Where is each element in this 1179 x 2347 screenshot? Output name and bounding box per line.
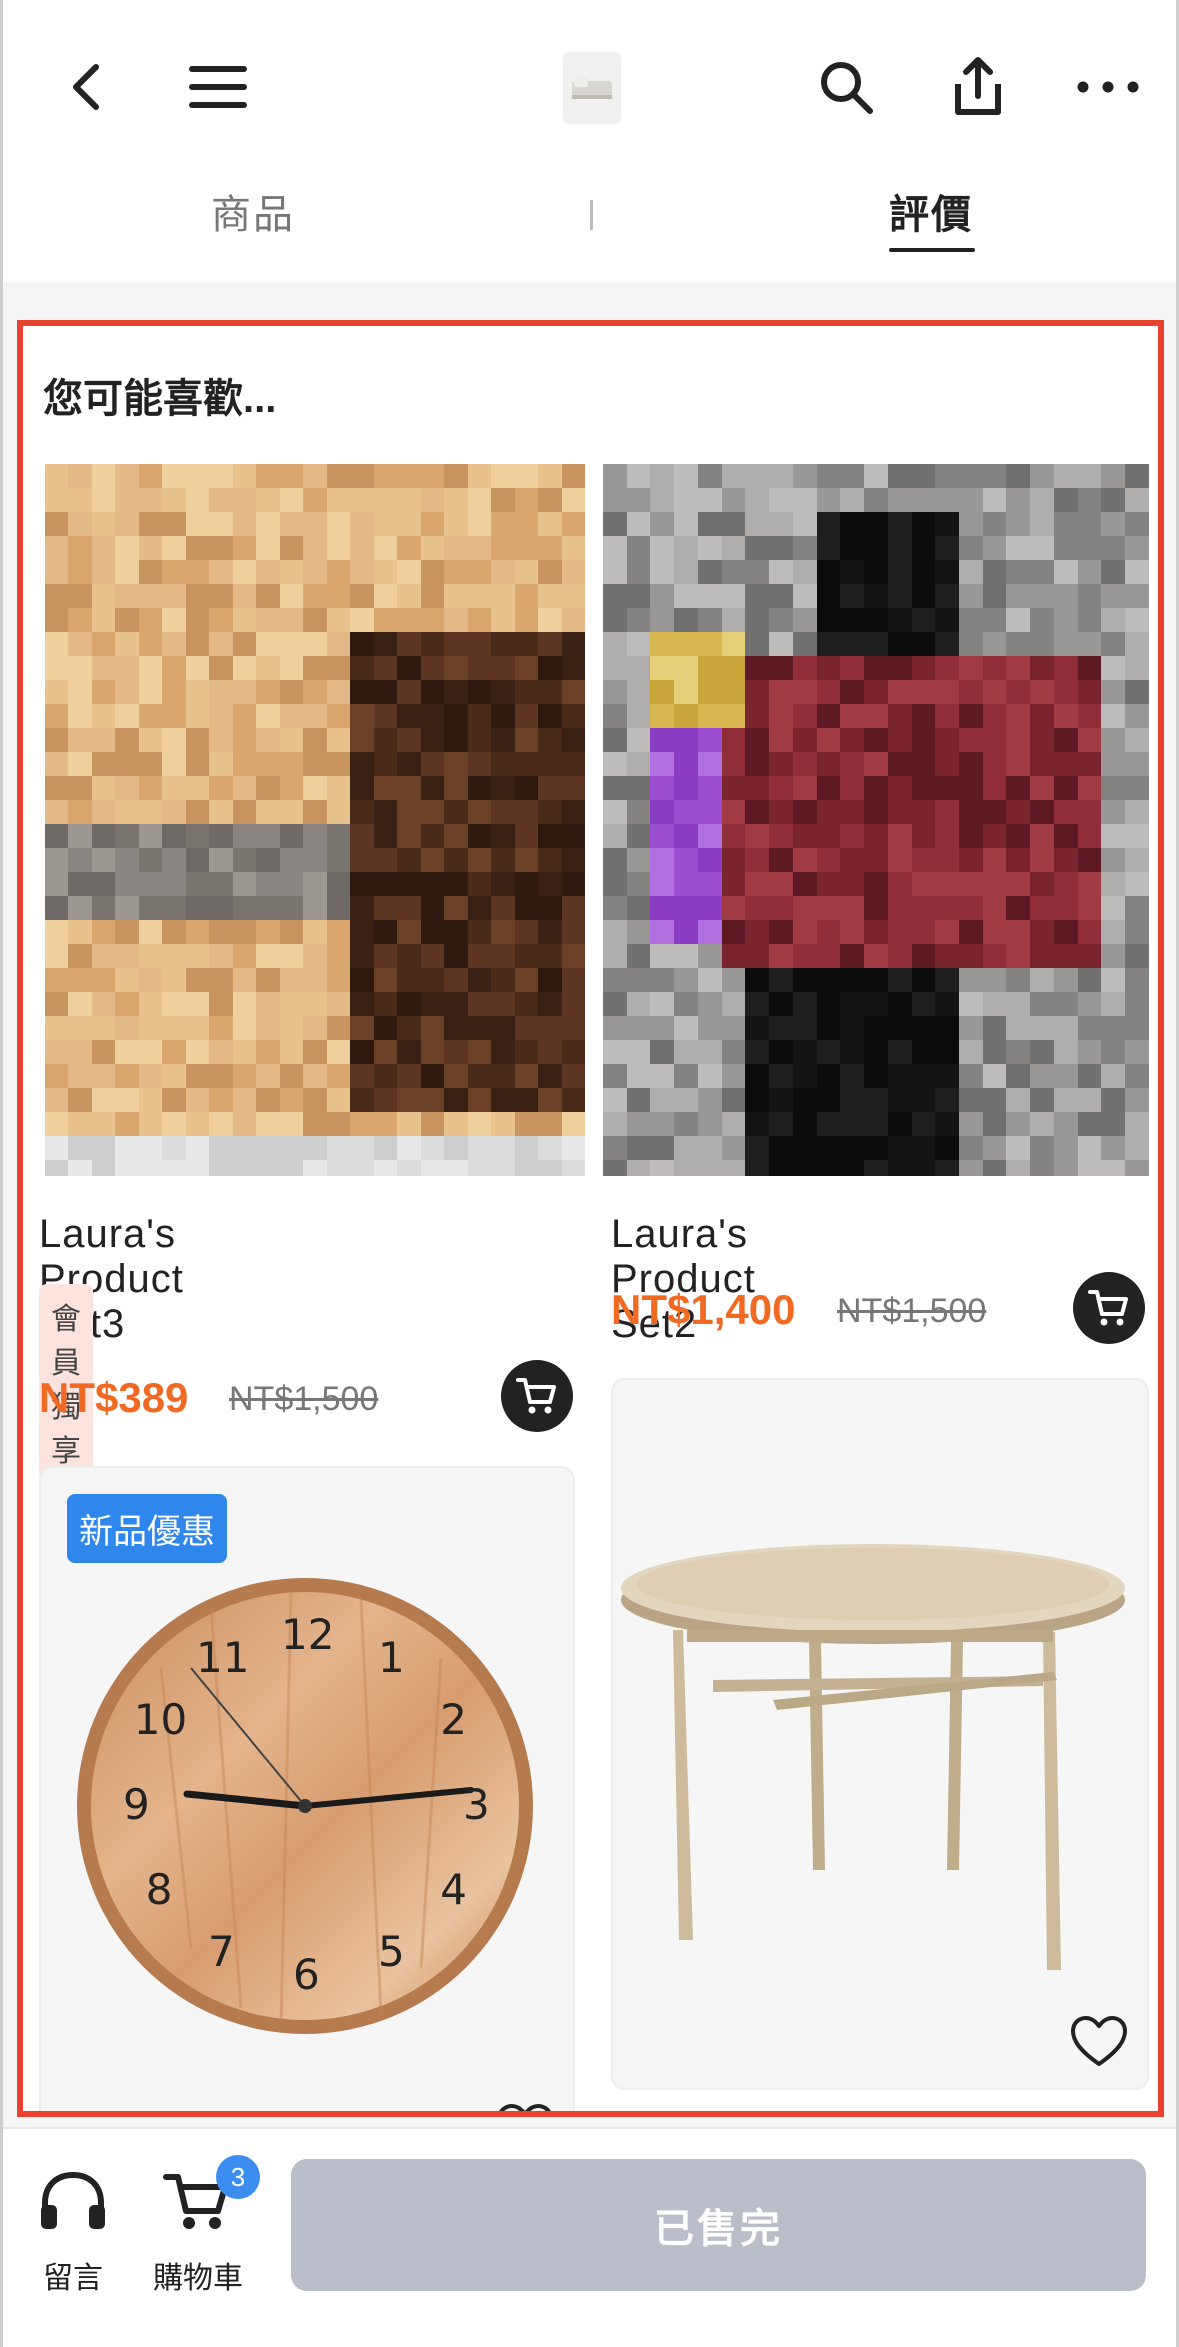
more-icon: [1077, 81, 1139, 93]
add-to-cart-button[interactable]: [501, 1360, 573, 1432]
clock-numeral: 1: [378, 1632, 405, 1682]
new-arrival-badge: 新品優惠: [67, 1494, 227, 1563]
share-button[interactable]: [943, 52, 1013, 122]
more-button[interactable]: [1073, 52, 1143, 122]
clock-numeral: 3: [463, 1780, 490, 1829]
clock-numeral: 12: [281, 1610, 335, 1659]
app-screen: 商品 評價 您可能喜歡... Laura's Product Set3 會員獨享…: [0, 0, 1179, 2347]
tab-products[interactable]: 商品: [211, 182, 295, 240]
clock-numeral: 8: [145, 1865, 173, 1914]
clock-numeral: 6: [293, 1950, 320, 1999]
clock-numeral: 9: [123, 1780, 150, 1829]
clock-numeral: 10: [133, 1695, 188, 1744]
clock-numeral: 4: [440, 1865, 467, 1914]
round-wooden-table-image: [621, 1544, 1125, 1970]
product-image-person[interactable]: [603, 464, 1149, 1176]
tab-divider: [590, 200, 593, 230]
back-button[interactable]: [51, 52, 121, 122]
bottom-action-bar: 留言 3 購物車 已售完: [3, 2127, 1176, 2347]
tab-bar: 商品 評價: [3, 170, 1176, 282]
product-image-teddy[interactable]: [45, 464, 585, 1176]
search-button[interactable]: [811, 52, 881, 122]
clock-numeral: 5: [378, 1927, 405, 1977]
chevron-left-icon: [73, 64, 99, 110]
clock-numeral: 2: [440, 1695, 467, 1744]
product-price: NT$389: [39, 1374, 189, 1421]
hamburger-icon: [189, 66, 247, 108]
search-icon: [821, 62, 873, 114]
product-card-4[interactable]: [611, 1378, 1149, 2090]
chat-button[interactable]: 留言: [37, 2169, 109, 2297]
share-icon: [955, 57, 1001, 115]
heart-icon[interactable]: [1069, 2014, 1129, 2070]
clock-numeral: 7: [208, 1927, 235, 1977]
chat-label: 留言: [43, 2262, 103, 2295]
product-price: NT$1,400: [611, 1286, 796, 1333]
original-price: NT$1,500: [837, 1292, 987, 1330]
cart-icon: [516, 1378, 556, 1414]
heart-icon[interactable]: [495, 2102, 555, 2117]
wooden-wall-clock-image: [77, 1578, 533, 2034]
sold-out-button[interactable]: 已售完: [291, 2159, 1146, 2291]
shop-logo[interactable]: [563, 52, 621, 124]
clock-numeral: 11: [196, 1632, 250, 1682]
product-card-3[interactable]: 12 1 2 3 4 5 6 7 8 9 10 11 新品優惠: [39, 1466, 575, 2117]
cart-count-badge: 3: [216, 2155, 260, 2199]
top-bar: [3, 0, 1176, 170]
tab-reviews[interactable]: 評價: [889, 182, 973, 240]
cart-label: 購物車: [153, 2262, 243, 2295]
headset-icon: [41, 2171, 105, 2229]
bed-thumbnail: [572, 77, 612, 99]
original-price: NT$1,500: [229, 1380, 379, 1418]
menu-button[interactable]: [183, 52, 253, 122]
recommend-title: 您可能喜歡...: [43, 377, 277, 421]
cart-button[interactable]: 3 購物車: [153, 2155, 260, 2297]
add-to-cart-button[interactable]: [1073, 1272, 1145, 1344]
active-tab-indicator: [889, 248, 975, 252]
recommend-section: 您可能喜歡... Laura's Product Set3 會員獨享 NT$38…: [17, 320, 1164, 2117]
cart-icon: [1088, 1290, 1128, 1326]
